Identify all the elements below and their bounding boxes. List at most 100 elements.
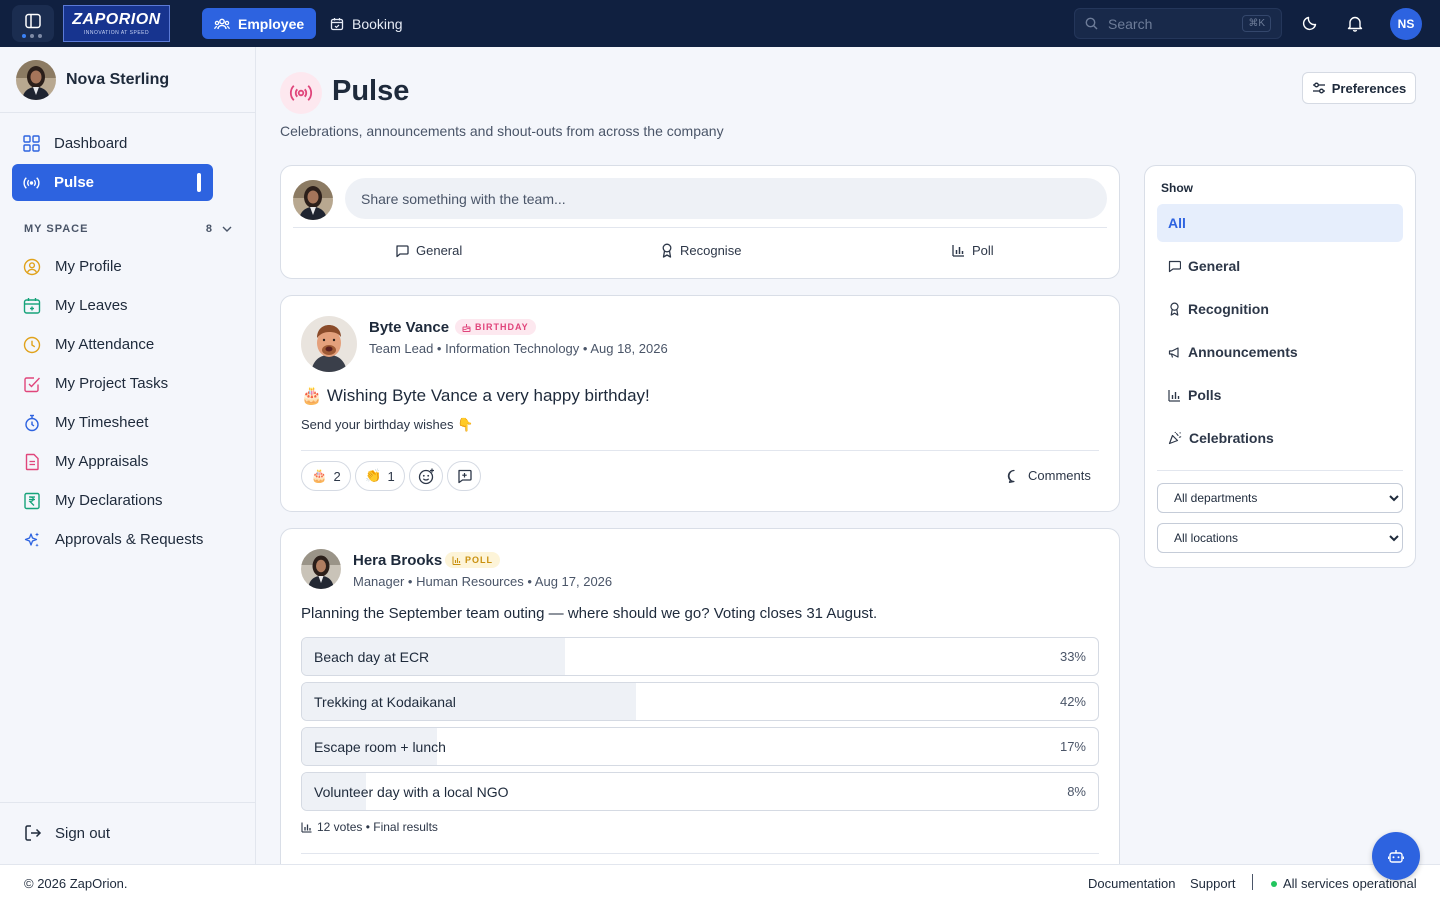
tab-employee[interactable]: Employee bbox=[202, 8, 317, 39]
post-headline: 🎂 Wishing Byte Vance a very happy birthd… bbox=[301, 386, 650, 405]
assistant-button[interactable] bbox=[1372, 832, 1420, 880]
sidebar-footer: Sign out bbox=[0, 802, 255, 864]
filter-announcements[interactable]: Announcements bbox=[1157, 333, 1403, 371]
post-card-poll: Hera Brooks POLL Manager • Human Resourc… bbox=[280, 528, 1120, 888]
log-out-icon bbox=[25, 825, 42, 841]
post-meta: Team Lead • Information Technology • Aug… bbox=[369, 341, 668, 356]
preferences-button[interactable]: Preferences bbox=[1302, 72, 1416, 104]
documentation-link[interactable]: Documentation bbox=[1088, 876, 1175, 891]
poll-option-label: Escape room + lunch bbox=[314, 739, 446, 755]
sidebar-item-my-appraisals[interactable]: My Appraisals bbox=[12, 443, 213, 480]
sidebar-item-label: My Timesheet bbox=[55, 414, 149, 431]
filter-panel: Show All General Recognition Announcemen… bbox=[1144, 165, 1416, 568]
location-select[interactable]: All locations bbox=[1157, 523, 1403, 553]
moon-icon[interactable] bbox=[1302, 15, 1318, 31]
sidebar-user[interactable]: Nova Sterling bbox=[0, 47, 255, 113]
reaction-count: 1 bbox=[387, 468, 395, 484]
composer-recognise-button[interactable]: Recognise bbox=[661, 243, 741, 258]
sidebar-item-my-project-tasks[interactable]: My Project Tasks bbox=[12, 365, 213, 402]
calendar-plus-icon bbox=[23, 297, 41, 314]
reaction-cake[interactable]: 🎂 2 bbox=[301, 461, 351, 491]
search-box[interactable]: ⌘K bbox=[1074, 8, 1282, 39]
sidebar-item-my-timesheet[interactable]: My Timesheet bbox=[12, 404, 213, 441]
filter-polls[interactable]: Polls bbox=[1157, 376, 1403, 414]
add-reaction-button[interactable] bbox=[409, 461, 443, 491]
sign-out-button[interactable]: Sign out bbox=[24, 824, 110, 842]
sidebar-item-label: Dashboard bbox=[54, 135, 128, 152]
filter-label: Recognition bbox=[1188, 301, 1269, 317]
share-input[interactable] bbox=[345, 178, 1107, 219]
sidebar-item-label: My Attendance bbox=[55, 336, 155, 353]
broadcast-icon bbox=[23, 176, 40, 189]
sidebar: Nova Sterling Dashboard Pulse MY SPACE 8 bbox=[0, 47, 256, 864]
birthday-badge: BIRTHDAY bbox=[455, 319, 536, 335]
filter-general[interactable]: General bbox=[1157, 247, 1403, 285]
filter-label: Celebrations bbox=[1189, 430, 1274, 446]
department-select[interactable]: All departments bbox=[1157, 483, 1403, 513]
sidebar-item-label: My Leaves bbox=[55, 297, 128, 314]
post-author[interactable]: Hera Brooks bbox=[353, 552, 442, 569]
poll-option[interactable]: Volunteer day with a local NGO 8% bbox=[301, 772, 1099, 811]
composer-general-button[interactable]: General bbox=[395, 243, 462, 258]
filter-celebrations[interactable]: Celebrations bbox=[1157, 419, 1403, 457]
poll-option[interactable]: Trekking at Kodaikanal 42% bbox=[301, 682, 1099, 721]
active-indicator bbox=[197, 173, 201, 192]
reaction-emoji: 🎂 bbox=[311, 468, 328, 483]
filter-all[interactable]: All bbox=[1157, 204, 1403, 242]
divider bbox=[1157, 470, 1403, 471]
tab-booking[interactable]: Booking bbox=[318, 8, 415, 39]
avatar[interactable] bbox=[301, 549, 341, 589]
post-composer: General Recognise Poll bbox=[280, 165, 1120, 279]
sidebar-section-my-space[interactable]: MY SPACE 8 bbox=[24, 223, 232, 235]
support-link[interactable]: Support bbox=[1190, 876, 1236, 891]
company-logo[interactable]: ZAPORION INNOVATION AT SPEED bbox=[63, 5, 170, 42]
sidebar-item-pulse[interactable]: Pulse bbox=[12, 164, 213, 201]
comments-button[interactable]: Comments bbox=[1007, 468, 1091, 483]
user-avatar-button[interactable]: NS bbox=[1390, 8, 1422, 40]
post-meta: Manager • Human Resources • Aug 17, 2026 bbox=[353, 574, 613, 589]
poll-option-percent: 33% bbox=[1059, 649, 1086, 664]
award-icon bbox=[662, 243, 672, 258]
filter-label: General bbox=[1188, 258, 1241, 274]
sidebar-item-label: My Appraisals bbox=[55, 453, 149, 470]
sidebar-item-my-profile[interactable]: My Profile bbox=[12, 248, 213, 285]
sidebar-item-label: Pulse bbox=[54, 174, 95, 191]
poll-option[interactable]: Beach day at ECR 33% bbox=[301, 637, 1099, 676]
workspace-dots bbox=[22, 34, 42, 38]
sidebar-item-label: My Project Tasks bbox=[55, 375, 169, 392]
sidebar-item-my-attendance[interactable]: My Attendance bbox=[12, 326, 213, 363]
logo-text: ZAPORION bbox=[72, 11, 161, 28]
panel-left-icon bbox=[25, 13, 41, 29]
chevron-down-icon[interactable] bbox=[222, 226, 232, 232]
composer-poll-button[interactable]: Poll bbox=[952, 243, 994, 258]
divider bbox=[301, 450, 1099, 451]
sidebar-item-label: Approvals & Requests bbox=[55, 531, 204, 548]
sidebar-item-my-declarations[interactable]: My Declarations bbox=[12, 482, 213, 519]
reaction-emoji: 👏 bbox=[365, 468, 382, 483]
bar-chart-icon bbox=[1168, 389, 1180, 402]
sidebar-item-my-leaves[interactable]: My Leaves bbox=[12, 287, 213, 324]
comment-icon bbox=[1007, 469, 1015, 483]
section-count: 8 bbox=[205, 223, 212, 235]
avatar bbox=[16, 59, 56, 100]
reaction-clap[interactable]: 👏 1 bbox=[355, 461, 405, 491]
sidebar-item-label: My Profile bbox=[55, 258, 122, 275]
avatar[interactable] bbox=[301, 316, 357, 372]
filter-recognition[interactable]: Recognition bbox=[1157, 290, 1403, 328]
reaction-count: 2 bbox=[333, 468, 341, 484]
sidebar-item-approvals-requests[interactable]: Approvals & Requests bbox=[12, 521, 213, 558]
bell-icon[interactable] bbox=[1347, 15, 1363, 32]
poll-option[interactable]: Escape room + lunch 17% bbox=[301, 727, 1099, 766]
search-input[interactable] bbox=[1108, 15, 1228, 32]
award-icon bbox=[1170, 302, 1179, 316]
sidebar-toggle-button[interactable] bbox=[12, 5, 54, 42]
sidebar-item-label: My Declarations bbox=[55, 492, 163, 509]
quick-comment-button[interactable] bbox=[447, 461, 481, 491]
sidebar-item-dashboard[interactable]: Dashboard bbox=[12, 125, 213, 162]
action-label: Recognise bbox=[680, 243, 742, 258]
poll-option-percent: 42% bbox=[1059, 694, 1086, 709]
party-icon bbox=[1168, 431, 1182, 445]
search-shortcut: ⌘K bbox=[1242, 15, 1271, 32]
chat-icon bbox=[1168, 260, 1181, 272]
post-author[interactable]: Byte Vance bbox=[369, 319, 449, 336]
